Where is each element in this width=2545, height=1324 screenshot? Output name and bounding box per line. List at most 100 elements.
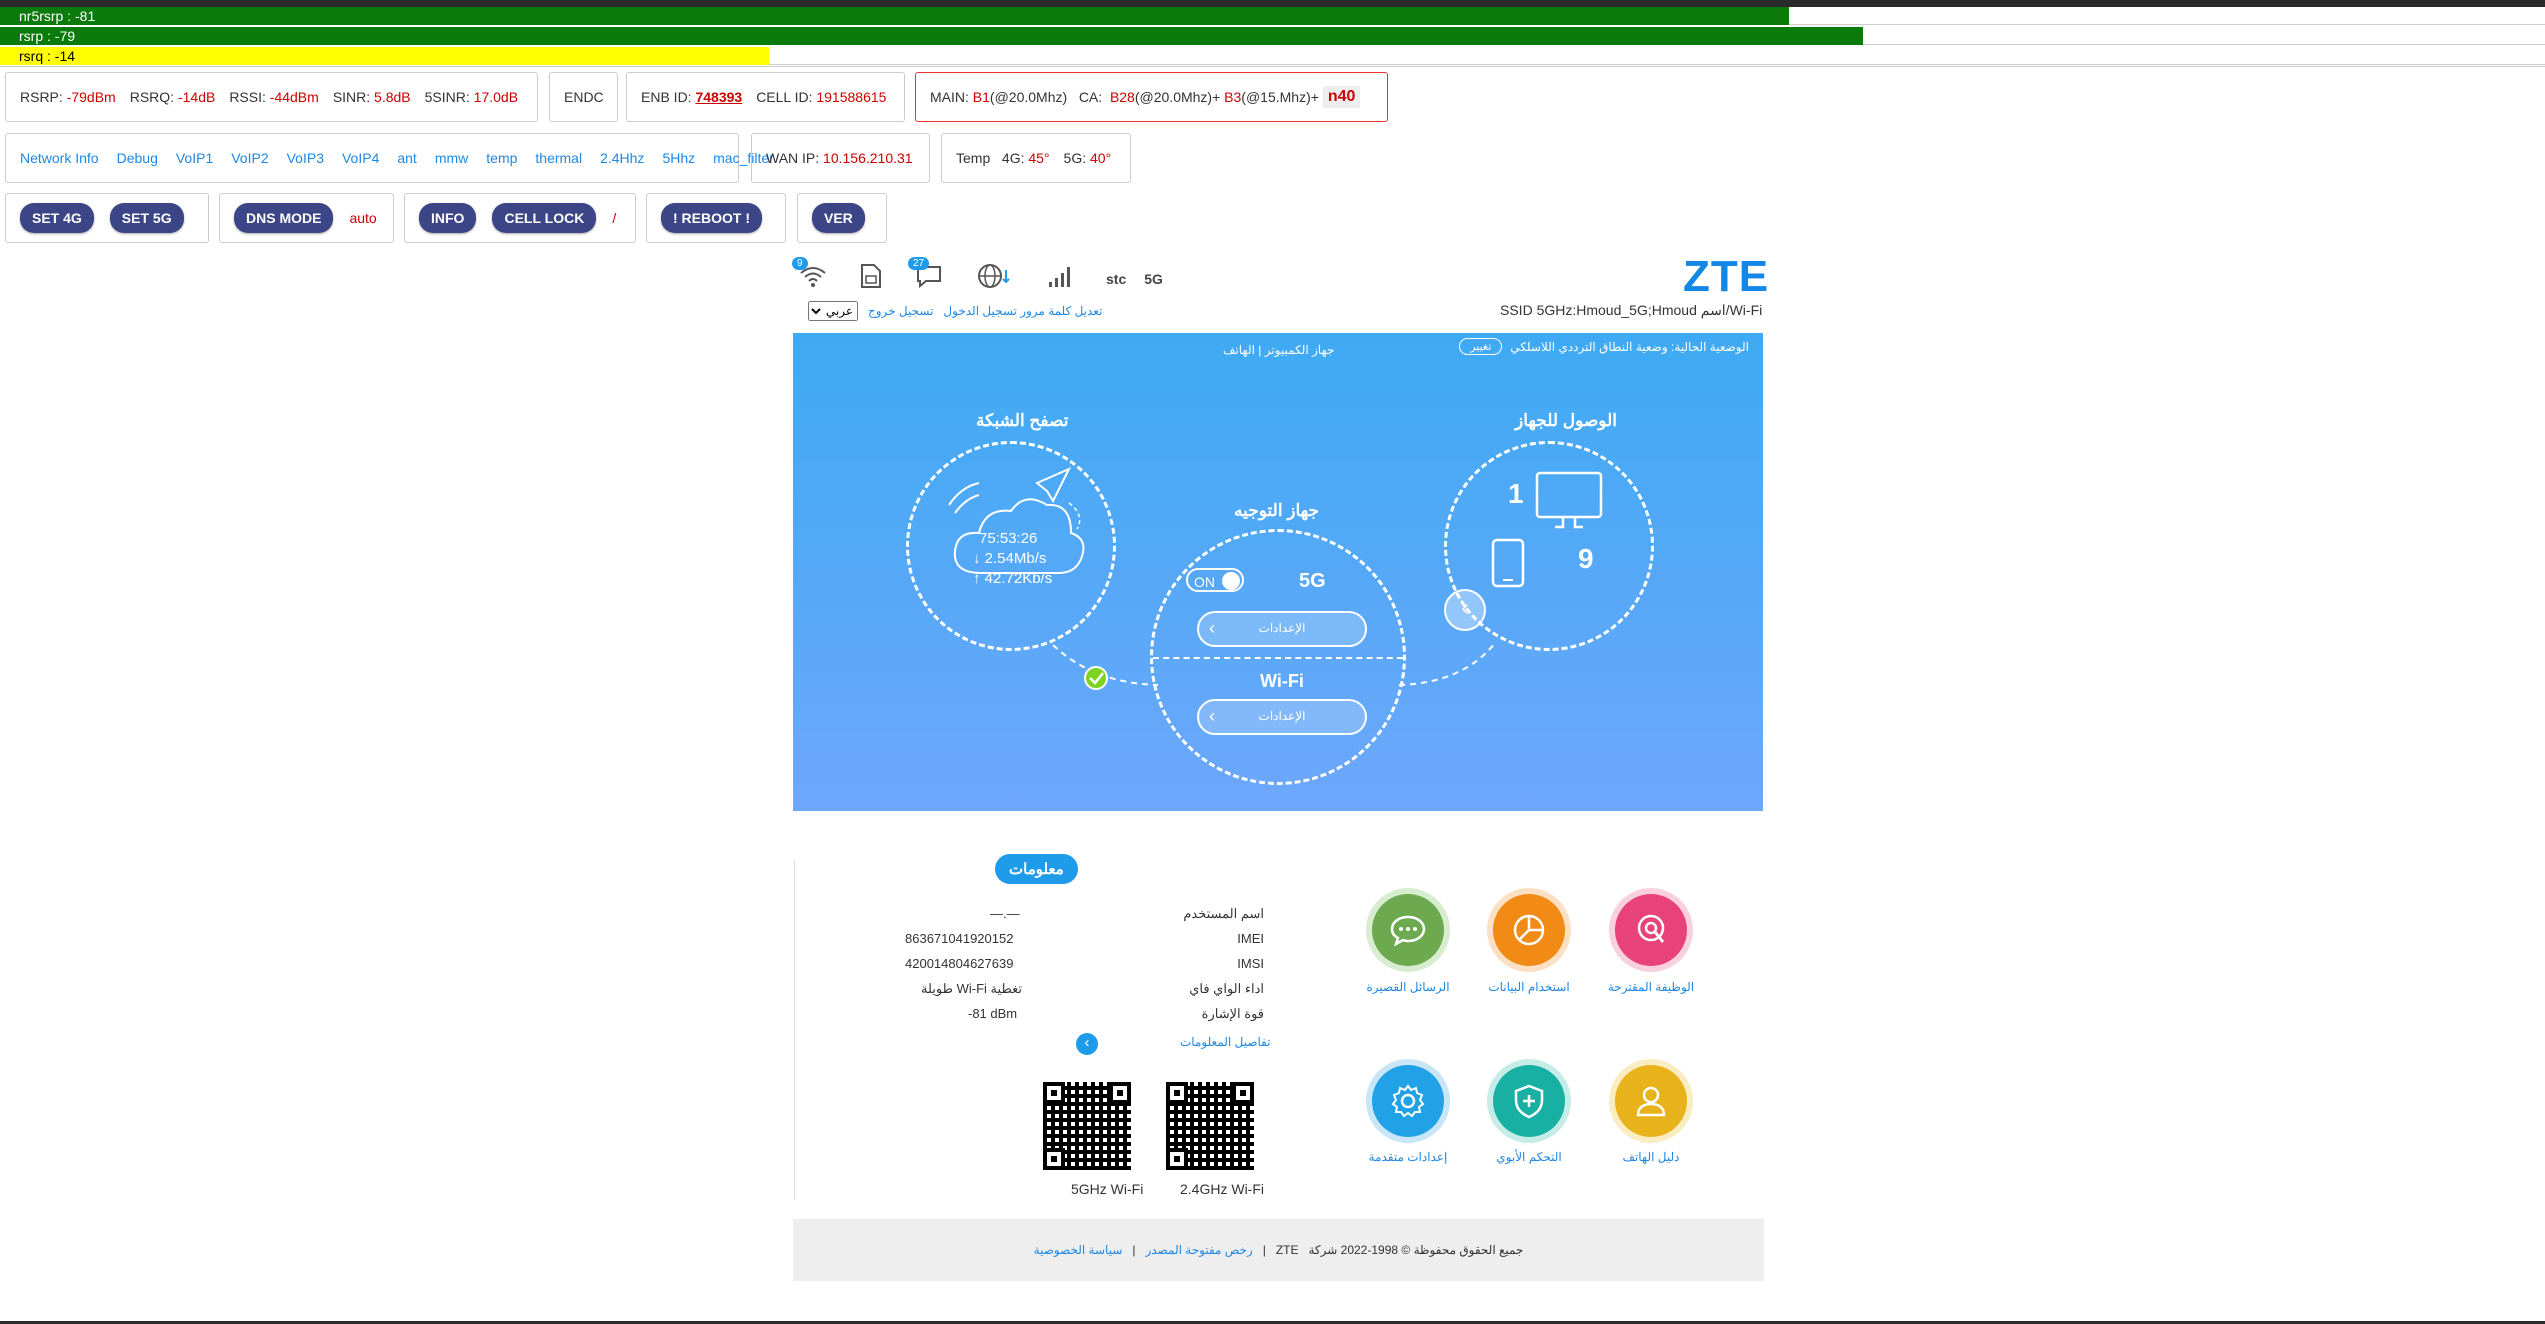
ca-band-1: B28 xyxy=(1109,89,1135,105)
main-label: MAIN: xyxy=(930,89,969,105)
link-ant[interactable]: ant xyxy=(397,150,416,166)
connection-lines xyxy=(1052,642,1496,690)
ver-box: VER xyxy=(797,193,887,243)
advanced-settings-app[interactable] xyxy=(1366,1059,1450,1143)
link-5hz[interactable]: 5Hhz xyxy=(662,150,695,166)
wan-box: WAN IP: 10.156.210.31 xyxy=(751,133,930,183)
link-voip3[interactable]: VoIP3 xyxy=(287,150,324,166)
info-value-wifi-performance: تغطية Wi-Fi طويلة xyxy=(921,981,1022,996)
info-button[interactable]: INFO xyxy=(419,203,477,233)
link-voip1[interactable]: VoIP1 xyxy=(176,150,213,166)
signal-bar-rsrq: rsrq : -14 xyxy=(0,47,2545,65)
user-icon xyxy=(1615,1065,1687,1137)
qr-2-4ghz-label: 2.4GHz Wi-Fi xyxy=(1180,1181,1264,1197)
links-box: Network Info Debug VoIP1 VoIP2 VoIP3 VoI… xyxy=(5,133,774,183)
signal-bar-fill xyxy=(0,47,769,65)
info-lock-box: INFO CELL LOCK / xyxy=(404,193,636,243)
data-usage-app-label[interactable]: استخدام البيانات xyxy=(1479,980,1579,994)
shield-icon xyxy=(1493,1065,1565,1137)
info-details-link[interactable]: تفاصيل المعلومات xyxy=(1180,1035,1271,1049)
globe-icon xyxy=(976,262,1016,297)
sinr-value: 5.8dB xyxy=(374,89,411,105)
suggested-function-app[interactable] xyxy=(1609,888,1693,972)
link-debug[interactable]: Debug xyxy=(117,150,158,166)
data-usage-app[interactable] xyxy=(1487,888,1571,972)
link-voip2[interactable]: VoIP2 xyxy=(231,150,268,166)
link-temp[interactable]: temp xyxy=(486,150,517,166)
copyright-text: جميع الحقوق محفوظة © 1998-2022 شركة xyxy=(1308,1243,1524,1257)
info-tab[interactable]: معلومات xyxy=(995,854,1078,884)
search-icon xyxy=(1615,894,1687,966)
info-label-signal: قوة الإشارة xyxy=(1201,1006,1264,1021)
temp-4g-value: 45° xyxy=(1028,150,1050,166)
language-select[interactable]: عربي xyxy=(808,301,858,321)
phonebook-app[interactable] xyxy=(1609,1059,1693,1143)
main-band: B1 xyxy=(972,89,990,105)
wan-label: WAN IP: xyxy=(766,150,820,166)
info-label-wifi-performance: اداء الواي فاي xyxy=(1189,981,1264,996)
message-count-badge: 27 xyxy=(908,256,930,270)
parental-control-app[interactable] xyxy=(1487,1059,1571,1143)
footer-separator: | xyxy=(1262,1243,1266,1257)
rsrp-value: -79dBm xyxy=(66,89,116,105)
link-2-4hz[interactable]: 2.4Hhz xyxy=(600,150,644,166)
enb-label: ENB ID: xyxy=(641,89,692,105)
zte-logo: ZTE xyxy=(1683,252,1770,301)
advanced-settings-app-label[interactable]: إعدادات متقدمة xyxy=(1358,1150,1458,1164)
network-overview-panel: الوضعية الحالية: وضعية النطاق الترددي ال… xyxy=(793,333,1763,811)
link-mmw[interactable]: mmw xyxy=(435,150,468,166)
ver-button[interactable]: VER xyxy=(812,203,865,233)
rsrp-label: RSRP: xyxy=(20,89,63,105)
link-voip4[interactable]: VoIP4 xyxy=(342,150,379,166)
cell-lock-button[interactable]: CELL LOCK xyxy=(492,203,597,233)
phonebook-app-label[interactable]: دليل الهاتف xyxy=(1601,1150,1701,1164)
info-label-imsi: IMSI xyxy=(1237,956,1264,971)
rsrq-value: -14dB xyxy=(177,89,216,105)
enb-value-link[interactable]: 748393 xyxy=(695,89,742,105)
header-links: تعديل كلمة مرور تسجيل الدخول تسجيل خروج … xyxy=(808,301,1102,321)
rssi-value: -44dBm xyxy=(269,89,319,105)
sinr5-label: 5SINR: xyxy=(424,89,470,105)
privacy-policy-link[interactable]: سياسة الخصوصية xyxy=(1034,1243,1123,1257)
cell-label: CELL ID: xyxy=(756,89,813,105)
main-bw: (@20.0Mhz) xyxy=(989,89,1068,105)
temp-4g-label: 4G: xyxy=(1001,150,1025,166)
set-4g-button[interactable]: SET 4G xyxy=(20,203,94,233)
message-icon xyxy=(1372,894,1444,966)
logout-link[interactable]: تسجيل خروج xyxy=(868,304,933,318)
cell-id-box: ENB ID: 748393 CELL ID: 191588615 xyxy=(626,72,905,122)
info-divider xyxy=(794,860,795,1200)
suggested-function-app-label[interactable]: الوظيفة المقترحة xyxy=(1601,980,1701,994)
signal-bar-label: nr5rsrp : -81 xyxy=(19,8,96,24)
change-password-link[interactable]: تعديل كلمة مرور تسجيل الدخول xyxy=(943,304,1102,318)
link-thermal[interactable]: thermal xyxy=(535,150,582,166)
qr-code-5ghz xyxy=(1043,1082,1131,1170)
sms-app[interactable] xyxy=(1366,888,1450,972)
info-details-button[interactable]: ‹ xyxy=(1076,1033,1098,1055)
link-network-info[interactable]: Network Info xyxy=(20,150,99,166)
set-5g-button[interactable]: SET 5G xyxy=(109,203,184,233)
dns-mode-button[interactable]: DNS MODE xyxy=(234,203,334,233)
status-icons: 9 27 stc 5G xyxy=(792,256,1181,297)
message-icon[interactable]: 27 xyxy=(908,256,944,296)
info-value-username: —.— xyxy=(990,906,1020,921)
info-label-username: اسم المستخدم xyxy=(1183,906,1264,921)
reboot-button[interactable]: ! REBOOT ! xyxy=(661,203,762,233)
signal-bar-fill xyxy=(0,7,1790,25)
parental-control-app-label[interactable]: التحكم الأبوي xyxy=(1479,1150,1579,1164)
wifi-icon[interactable]: 9 xyxy=(792,256,828,296)
open-source-link[interactable]: رخص مفتوحة المصدر xyxy=(1146,1243,1253,1257)
gear-icon xyxy=(1372,1065,1444,1137)
info-label-imei: IMEI xyxy=(1237,931,1264,946)
sms-app-label[interactable]: الرسائل القصيرة xyxy=(1358,980,1458,994)
ca-band-2: B3 xyxy=(1224,89,1242,105)
page-footer: جميع الحقوق محفوظة © 1998-2022 شركة ZTE … xyxy=(793,1219,1764,1281)
ca-bw-2: (@15.Mhz)+ xyxy=(1241,89,1319,105)
network-type: 5G xyxy=(1144,271,1163,287)
signal-bar-label: rsrp : -79 xyxy=(19,28,76,44)
top-border xyxy=(0,0,2545,7)
signal-bar-nr5rsrp: nr5rsrp : -81 xyxy=(0,7,2545,25)
qr-code-2-4ghz xyxy=(1166,1082,1254,1170)
ca-label: CA: xyxy=(1078,89,1103,105)
signal-bar-rsrp: rsrp : -79 xyxy=(0,27,2545,45)
